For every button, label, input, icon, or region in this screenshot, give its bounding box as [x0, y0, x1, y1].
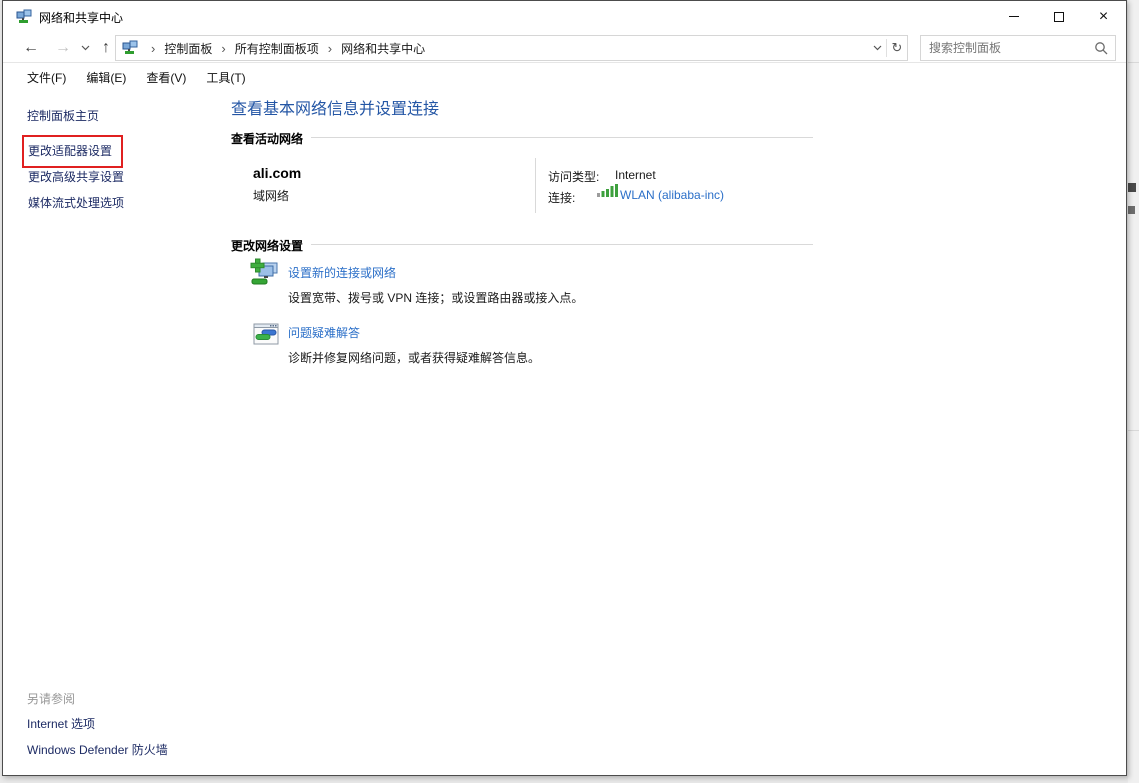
network-kind: 域网络	[253, 187, 289, 204]
setup-new-connection-link[interactable]: 设置新的连接或网络	[288, 264, 396, 281]
breadcrumb-control-panel[interactable]: 控制面板	[164, 40, 212, 57]
network-sharing-center-window: 网络和共享中心 × ← → ↑ › 控制面板 › 所有控制面板项	[2, 0, 1127, 776]
search-icon[interactable]	[1094, 41, 1108, 55]
titlebar: 网络和共享中心 ×	[3, 1, 1126, 33]
access-type-value: Internet	[615, 168, 656, 182]
sidebar-item-media-streaming-options[interactable]: 媒体流式处理选项	[28, 194, 124, 211]
background-artifact	[1128, 206, 1135, 214]
navigation-toolbar: ← → ↑ › 控制面板 › 所有控制面板项 › 网络和共享中心	[3, 33, 1126, 63]
address-dropdown-chevron-icon[interactable]	[868, 36, 886, 60]
maximize-button[interactable]	[1036, 1, 1081, 32]
menu-edit[interactable]: 编辑(E)	[86, 69, 126, 86]
breadcrumb-separator-icon: ›	[328, 41, 332, 56]
sidebar-item-windows-defender-firewall[interactable]: Windows Defender 防火墙	[27, 741, 168, 758]
menu-tools[interactable]: 工具(T)	[206, 69, 245, 86]
page-title: 查看基本网络信息并设置连接	[231, 95, 439, 119]
wlan-connection-link[interactable]: WLAN (alibaba-inc)	[620, 188, 724, 202]
wifi-signal-icon	[597, 183, 618, 197]
window-title: 网络和共享中心	[39, 9, 123, 26]
minimize-button[interactable]	[991, 1, 1036, 32]
breadcrumb-all-items[interactable]: 所有控制面板项	[235, 40, 319, 57]
background-artifact	[1128, 183, 1136, 192]
search-box	[920, 35, 1116, 61]
network-icon	[16, 9, 32, 25]
address-bar[interactable]: › 控制面板 › 所有控制面板项 › 网络和共享中心 ↻	[115, 35, 908, 61]
background-window-edge	[1128, 0, 1139, 783]
search-input[interactable]	[921, 41, 1094, 55]
troubleshoot-problems-desc: 诊断并修复网络问题，或者获得疑难解答信息。	[288, 349, 540, 366]
troubleshoot-problems-link[interactable]: 问题疑难解答	[288, 324, 360, 341]
divider	[311, 137, 813, 138]
sidebar-item-advanced-sharing-settings[interactable]: 更改高级共享设置	[28, 168, 124, 185]
close-button[interactable]: ×	[1081, 1, 1126, 32]
menu-file[interactable]: 文件(F)	[27, 69, 66, 86]
setup-new-connection-desc: 设置宽带、拨号或 VPN 连接；或设置路由器或接入点。	[288, 289, 583, 306]
divider	[535, 158, 536, 213]
back-button[interactable]: ←	[17, 33, 45, 63]
refresh-icon[interactable]: ↻	[887, 36, 907, 60]
sidebar-item-internet-options[interactable]: Internet 选项	[27, 715, 95, 732]
connection-label: 连接:	[548, 189, 575, 206]
menu-bar: 文件(F) 编辑(E) 查看(V) 工具(T)	[3, 64, 1126, 91]
change-settings-heading: 更改网络设置	[231, 237, 303, 254]
sidebar-item-control-panel-home[interactable]: 控制面板主页	[27, 107, 99, 124]
new-connection-icon	[250, 258, 280, 288]
sidebar-item-change-adapter-settings[interactable]: 更改适配器设置	[28, 144, 112, 158]
divider	[311, 244, 813, 245]
troubleshoot-icon	[253, 321, 279, 347]
forward-button[interactable]: →	[49, 33, 77, 63]
network-icon	[122, 40, 138, 56]
breadcrumb-separator-icon: ›	[221, 41, 225, 56]
breadcrumb: › 控制面板 › 所有控制面板项 › 网络和共享中心	[142, 40, 425, 57]
access-type-label: 访问类型:	[548, 168, 599, 185]
active-networks-heading: 查看活动网络	[231, 130, 303, 147]
network-name: ali.com	[253, 165, 301, 181]
see-also-heading: 另请参阅	[27, 690, 75, 707]
recent-pages-chevron-icon[interactable]	[77, 33, 93, 63]
adapter-settings-highlight-box: 更改适配器设置	[22, 135, 123, 168]
breadcrumb-separator-icon: ›	[151, 41, 155, 56]
breadcrumb-network-sharing-center[interactable]: 网络和共享中心	[341, 40, 425, 57]
menu-view[interactable]: 查看(V)	[146, 69, 186, 86]
